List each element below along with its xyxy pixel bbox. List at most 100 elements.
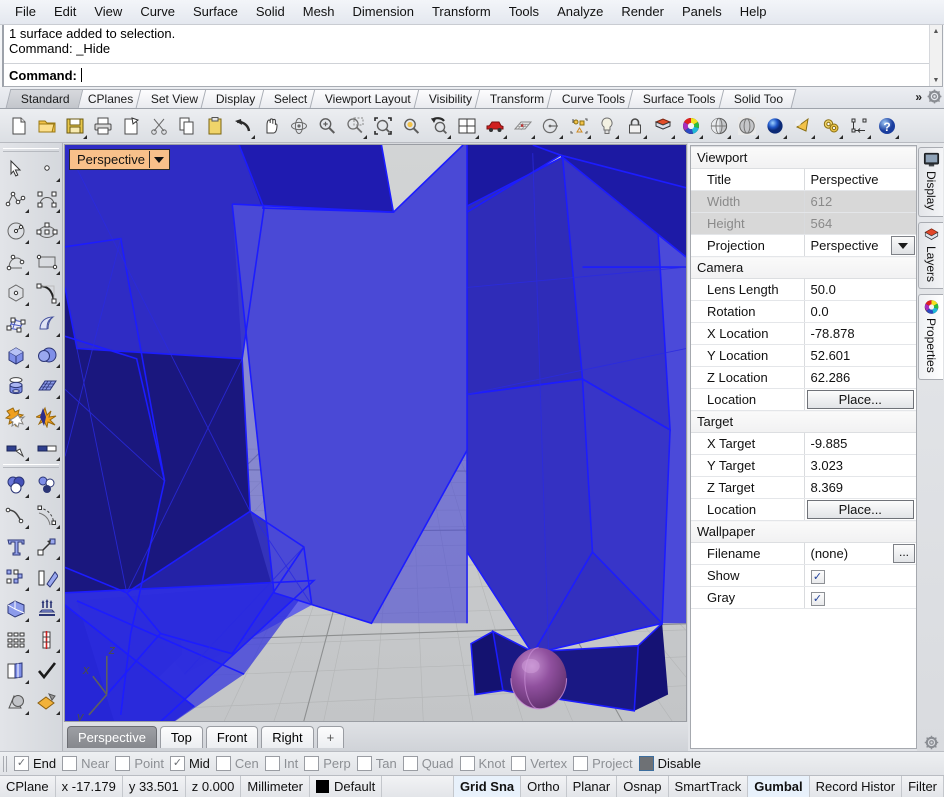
osnap-int[interactable]: Int — [264, 756, 298, 771]
print-icon[interactable] — [90, 112, 116, 140]
osnap-point-checkbox[interactable] — [115, 756, 131, 771]
layers-stack-icon[interactable] — [650, 112, 676, 140]
split-icon[interactable] — [31, 432, 62, 463]
trim-icon[interactable] — [0, 432, 31, 463]
ghosted-sphere-icon[interactable] — [734, 112, 760, 140]
open-folder-icon[interactable] — [34, 112, 60, 140]
tab-standard[interactable]: Standard — [5, 89, 84, 108]
cylinder-solid-icon[interactable] — [0, 370, 31, 401]
panel-settings-button[interactable] — [924, 735, 939, 753]
light-bulb-icon[interactable] — [594, 112, 620, 140]
property-value-lens-length[interactable]: 50.0 — [804, 278, 916, 301]
scale-icon[interactable] — [31, 531, 62, 562]
gear-icon[interactable] — [927, 89, 942, 104]
array-icon[interactable] — [0, 562, 31, 593]
mirror-icon[interactable] — [31, 562, 62, 593]
spotlight-cone-icon[interactable] — [790, 112, 816, 140]
viewport-tab-top[interactable]: Top — [159, 725, 203, 748]
status-toggle-gumball[interactable]: Gumbal — [748, 776, 810, 797]
circle-center-icon[interactable] — [538, 112, 564, 140]
menu-item-solid[interactable]: Solid — [247, 1, 294, 23]
menu-item-file[interactable]: File — [6, 1, 45, 23]
side-tab-layers[interactable]: Layers — [918, 222, 943, 290]
zoom-previous-icon[interactable] — [426, 112, 452, 140]
menu-item-edit[interactable]: Edit — [45, 1, 85, 23]
pan-hand-icon[interactable] — [258, 112, 284, 140]
color-wheel-icon[interactable] — [678, 112, 704, 140]
object-snap-icon[interactable] — [566, 112, 592, 140]
command-line[interactable]: Command: — [4, 64, 942, 86]
surface-control-points-icon[interactable] — [0, 308, 31, 339]
menu-item-dimension[interactable]: Dimension — [344, 1, 423, 23]
scroll-up-icon[interactable]: ▲ — [930, 25, 942, 37]
rendered-sphere-icon[interactable] — [762, 112, 788, 140]
property-value-title[interactable]: Perspective — [804, 168, 916, 191]
property-row-filename[interactable]: Filename (none) ... — [691, 542, 916, 565]
status-toggle-record-history[interactable]: Record Histor — [810, 776, 903, 797]
scissors-cut-icon[interactable] — [146, 112, 172, 140]
mesh-grid-icon[interactable] — [510, 112, 536, 140]
explode-icon[interactable] — [31, 401, 62, 432]
property-row-projection[interactable]: Projection Perspective — [691, 234, 916, 257]
osnap-project[interactable]: Project — [573, 756, 633, 771]
property-row-z-target[interactable]: Z Target 8.369 — [691, 476, 916, 499]
menu-item-help[interactable]: Help — [731, 1, 776, 23]
property-value-projection-cell[interactable]: Perspective — [804, 234, 916, 257]
car-render-icon[interactable] — [482, 112, 508, 140]
menu-item-transform[interactable]: Transform — [423, 1, 500, 23]
property-row-lens-length[interactable]: Lens Length 50.0 — [691, 278, 916, 301]
extrude-up-icon[interactable] — [31, 593, 62, 624]
unroll-surface-icon[interactable] — [0, 593, 31, 624]
help-question-icon[interactable]: ? — [874, 112, 900, 140]
text-tool-icon[interactable] — [0, 531, 31, 562]
property-value-target-place-cell[interactable]: Place... — [804, 498, 916, 521]
osnap-point[interactable]: Point — [115, 756, 164, 771]
viewport-layout-icon[interactable] — [454, 112, 480, 140]
viewport-canvas[interactable]: z x y — [65, 145, 686, 721]
property-row-show[interactable]: Show ✓ — [691, 564, 916, 587]
polygon-icon[interactable] — [0, 277, 31, 308]
osnap-near-checkbox[interactable] — [62, 756, 78, 771]
menu-item-panels[interactable]: Panels — [673, 1, 731, 23]
osnap-disable-checkbox[interactable] — [638, 756, 654, 771]
side-tab-properties[interactable]: Properties — [918, 294, 943, 381]
wallpaper-show-checkbox[interactable]: ✓ — [810, 570, 825, 584]
box-solid-icon[interactable] — [0, 339, 31, 370]
viewport-tab-add-button[interactable]: + — [316, 725, 345, 748]
rectangle-icon[interactable] — [31, 246, 62, 277]
osnap-near[interactable]: Near — [62, 756, 109, 771]
osnap-int-checkbox[interactable] — [264, 756, 280, 771]
zoom-extents-icon[interactable] — [370, 112, 396, 140]
perspective-viewport[interactable]: z x y Perspective — [64, 144, 687, 722]
osnap-perp-checkbox[interactable] — [304, 756, 320, 771]
property-value-gray-cell[interactable]: ✓ — [804, 586, 916, 609]
status-toggle-smarttrack[interactable]: SmartTrack — [669, 776, 749, 797]
zoom-in-icon[interactable] — [314, 112, 340, 140]
property-row-x-target[interactable]: X Target -9.885 — [691, 432, 916, 455]
property-row-y-location[interactable]: Y Location 52.601 — [691, 344, 916, 367]
render-shapes-icon[interactable] — [0, 686, 31, 717]
copy-icon[interactable] — [174, 112, 200, 140]
tab-overflow-chevron-icon[interactable]: » — [913, 90, 924, 104]
osnap-end[interactable]: ✓ End — [14, 756, 56, 771]
cut-paste-icon[interactable] — [118, 112, 144, 140]
osnap-disable[interactable]: Disable — [638, 756, 701, 771]
menu-item-analyze[interactable]: Analyze — [548, 1, 612, 23]
osnap-vertex-checkbox[interactable] — [511, 756, 527, 771]
mesh-plane-icon[interactable] — [31, 370, 62, 401]
osnap-drag-grip[interactable] — [3, 755, 9, 772]
zoom-window-icon[interactable] — [342, 112, 368, 140]
points-circles-icon[interactable] — [31, 469, 62, 500]
ellipse-icon[interactable] — [31, 215, 62, 246]
property-value-show-cell[interactable]: ✓ — [804, 564, 916, 587]
viewport-tab-perspective[interactable]: Perspective — [67, 725, 157, 748]
status-toggle-filter[interactable]: Filter — [902, 776, 944, 797]
status-toggle-planar[interactable]: Planar — [567, 776, 618, 797]
section-tool-icon[interactable] — [31, 624, 62, 655]
osnap-quad-checkbox[interactable] — [402, 756, 418, 771]
viewport-tab-front[interactable]: Front — [205, 725, 259, 748]
property-value-z-location[interactable]: 62.286 — [804, 366, 916, 389]
grid-array-icon[interactable] — [0, 624, 31, 655]
viewport-tab-right[interactable]: Right — [261, 725, 314, 748]
curve-control-points-icon[interactable] — [31, 184, 62, 215]
